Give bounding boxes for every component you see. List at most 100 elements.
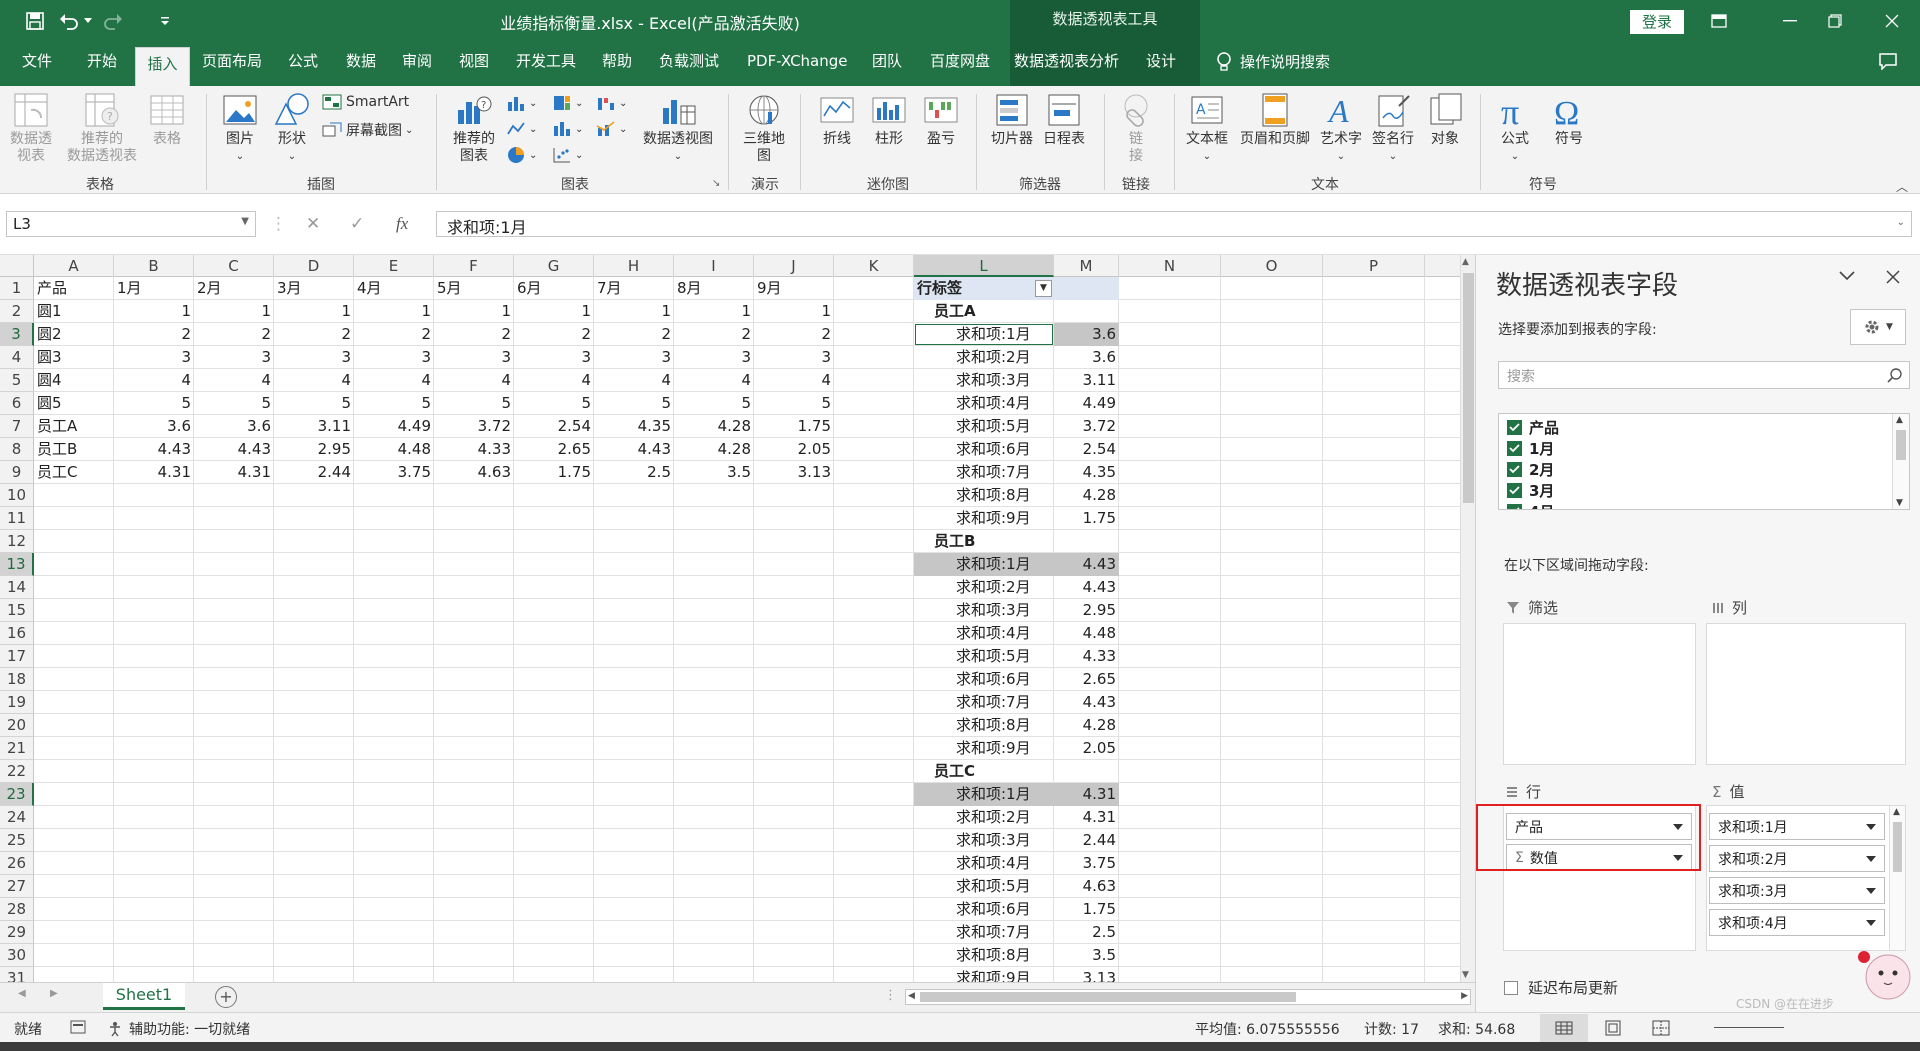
pivot-item-value[interactable]: 2.54	[1054, 438, 1119, 461]
row-header-15[interactable]: 15	[0, 599, 34, 622]
cell[interactable]: 4	[754, 369, 834, 392]
column-header-d[interactable]: D	[274, 255, 354, 277]
cell[interactable]: 3	[674, 346, 754, 369]
cell[interactable]: 5	[514, 392, 594, 415]
cell[interactable]: 4	[674, 369, 754, 392]
tab-pdf-xchange[interactable]: PDF-XChange	[741, 43, 854, 86]
row-header-7[interactable]: 7	[0, 415, 34, 438]
pivot-item-label[interactable]: 求和项:5月	[914, 415, 1054, 438]
cell[interactable]: 3.13	[754, 461, 834, 484]
save-icon[interactable]	[22, 9, 48, 33]
pivot-item-value[interactable]: 1.75	[1054, 507, 1119, 530]
cell[interactable]: 3.6	[194, 415, 274, 438]
close-window-icon[interactable]	[1877, 8, 1907, 34]
pictures-button[interactable]: 图片 ⌄	[216, 92, 264, 165]
row-header-23[interactable]: 23	[0, 783, 34, 806]
header-footer-button[interactable]: 页眉和页脚	[1234, 92, 1316, 148]
cell[interactable]: 5	[434, 392, 514, 415]
pivot-item-value[interactable]: 4.31	[1054, 783, 1119, 806]
tab-review[interactable]: 审阅	[396, 43, 438, 86]
chevron-down-icon[interactable]	[1866, 824, 1876, 830]
row-header-2[interactable]: 2	[0, 300, 34, 323]
pivot-item-value[interactable]: 2.65	[1054, 668, 1119, 691]
cell[interactable]: 产品	[34, 277, 114, 300]
field-checkbox[interactable]	[1507, 482, 1522, 498]
cell[interactable]: 4	[514, 369, 594, 392]
cell[interactable]: 4.28	[674, 415, 754, 438]
stat-chart-dropdown[interactable]: ⌄	[552, 120, 583, 138]
pivot-item-value[interactable]: 4.63	[1054, 875, 1119, 898]
defer-update-option[interactable]: 延迟布局更新	[1504, 977, 1618, 998]
pivot-chart-button[interactable]: 数据透视图 ⌄	[638, 92, 718, 165]
pivot-group-label[interactable]: 员工A	[914, 300, 1054, 323]
cell[interactable]: 3	[194, 346, 274, 369]
zoom-slider[interactable]	[1714, 1027, 1784, 1028]
pivot-item-label[interactable]: 求和项:9月	[914, 967, 1054, 982]
row-header-6[interactable]: 6	[0, 392, 34, 415]
column-header-b[interactable]: B	[114, 255, 194, 277]
pivot-table-button[interactable]: 数据透 视表	[6, 92, 56, 165]
cell[interactable]: 2	[274, 323, 354, 346]
table-button[interactable]: 表格	[144, 92, 190, 148]
pivot-item-value[interactable]: 4.48	[1054, 622, 1119, 645]
pivot-filter-dropdown-icon[interactable]: ▼	[1035, 280, 1052, 297]
row-header-18[interactable]: 18	[0, 668, 34, 691]
pivot-item-label[interactable]: 求和项:4月	[914, 392, 1054, 415]
cell[interactable]: 5	[674, 392, 754, 415]
cell[interactable]: 5	[194, 392, 274, 415]
cell[interactable]: 4.63	[434, 461, 514, 484]
pivot-item-value[interactable]: 4.33	[1054, 645, 1119, 668]
row-header-31[interactable]: 31	[0, 967, 34, 982]
cell[interactable]: 1	[594, 300, 674, 323]
row-header-16[interactable]: 16	[0, 622, 34, 645]
cell[interactable]: 4.31	[194, 461, 274, 484]
row-header-10[interactable]: 10	[0, 484, 34, 507]
cell[interactable]: 4	[114, 369, 194, 392]
normal-view-button[interactable]	[1540, 1014, 1588, 1042]
pivot-item-value[interactable]: 4.35	[1054, 461, 1119, 484]
hierarchy-chart-dropdown[interactable]: ⌄	[552, 94, 583, 112]
pivot-item-value[interactable]: 4.43	[1054, 691, 1119, 714]
cell[interactable]: 1	[274, 300, 354, 323]
value-field-chip[interactable]: 求和项:3月	[1709, 877, 1885, 904]
cell[interactable]: 4月	[354, 277, 434, 300]
cell[interactable]: 圆2	[34, 323, 114, 346]
pivot-item-value[interactable]: 2.44	[1054, 829, 1119, 852]
cell[interactable]: 1	[434, 300, 514, 323]
tab-page-layout[interactable]: 页面布局	[196, 43, 268, 86]
ribbon-display-icon[interactable]	[1704, 8, 1734, 34]
signature-line-button[interactable]: 签名行 ⌄	[1368, 92, 1418, 165]
pivot-item-value[interactable]: 2.05	[1054, 737, 1119, 760]
value-field-chip[interactable]: 求和项:4月	[1709, 909, 1885, 936]
close-pane-icon[interactable]	[1886, 270, 1900, 284]
cell[interactable]: 3月	[274, 277, 354, 300]
cell[interactable]: 1.75	[754, 415, 834, 438]
pivot-item-value[interactable]: 3.72	[1054, 415, 1119, 438]
pivot-item-value[interactable]: 3.75	[1054, 852, 1119, 875]
tab-data[interactable]: 数据	[340, 43, 382, 86]
pie-chart-dropdown[interactable]: ⌄	[506, 146, 537, 164]
cell[interactable]: 员工C	[34, 461, 114, 484]
page-layout-view-icon[interactable]	[1604, 1020, 1622, 1036]
pivot-item-label[interactable]: 求和项:1月	[914, 783, 1054, 806]
cell[interactable]: 7月	[594, 277, 674, 300]
pivot-item-label[interactable]: 求和项:9月	[914, 507, 1054, 530]
cell[interactable]: 4.43	[194, 438, 274, 461]
pivot-item-value[interactable]: 3.13	[1054, 967, 1119, 982]
columns-drop-area[interactable]	[1706, 623, 1906, 765]
row-header-12[interactable]: 12	[0, 530, 34, 553]
equation-button[interactable]: π 公式 ⌄	[1490, 92, 1540, 165]
next-sheet-icon[interactable]: ▶	[50, 988, 58, 999]
pivot-item-label[interactable]: 求和项:7月	[914, 921, 1054, 944]
cell[interactable]: 1	[674, 300, 754, 323]
undo-icon[interactable]	[56, 9, 82, 33]
field-item[interactable]: 1月	[1507, 437, 1554, 459]
field-checkbox[interactable]	[1507, 503, 1522, 509]
line-chart-dropdown[interactable]: ⌄	[506, 120, 537, 138]
cell[interactable]: 4	[194, 369, 274, 392]
chevron-down-icon[interactable]	[1866, 856, 1876, 862]
link-button[interactable]: 链 接	[1114, 92, 1158, 165]
recommended-charts-button[interactable]: ? 推荐的 图表	[446, 92, 502, 165]
cell[interactable]: 2.05	[754, 438, 834, 461]
h-scrollbar-thumb[interactable]	[920, 992, 1296, 1002]
